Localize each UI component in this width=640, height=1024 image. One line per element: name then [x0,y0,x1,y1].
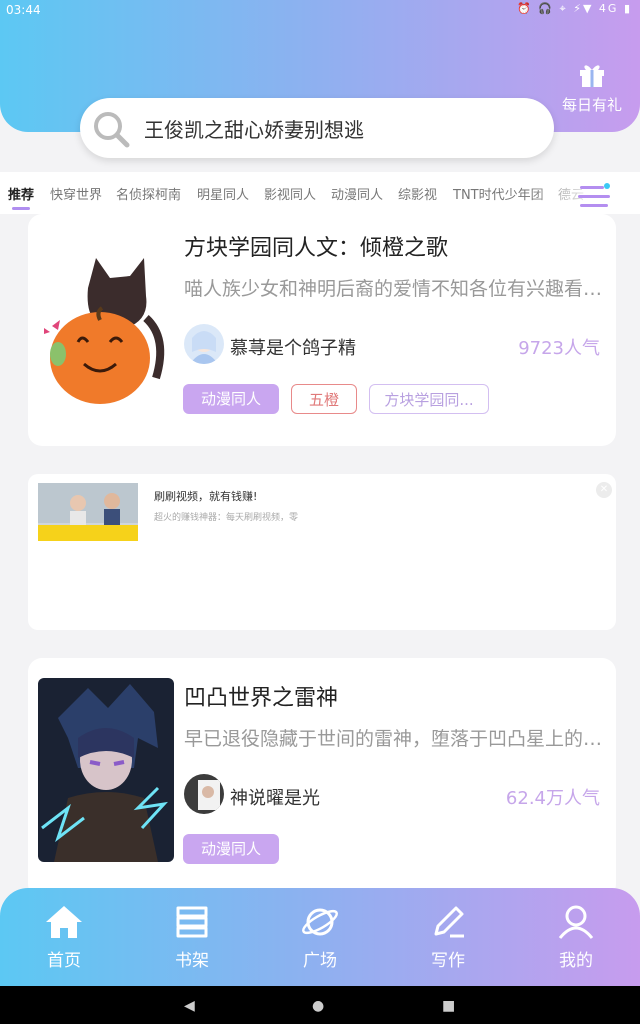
nav-profile-label: 我的 [559,951,593,971]
nav-plaza-label: 广场 [303,951,337,971]
book-cover [38,238,174,422]
gift-label: 每日有礼 [561,96,622,114]
nav-write[interactable]: 写作 [408,904,488,971]
avatar [184,774,224,814]
avatar [184,324,224,364]
thunder-god-cover-image [38,678,174,862]
book-description: 早已退役隐藏于世间的雷神，堕落于凹凸星上的故事 [184,728,610,750]
popularity: 9723人气 [518,338,600,359]
nav-write-label: 写作 [431,951,465,971]
bottom-nav: 首页 书架 广场 写作 我的 [0,888,640,986]
tab-quick-travel[interactable]: 快穿世界 [50,184,102,203]
cat-pumpkin-cover-image [38,238,174,422]
status-time: 03:44 [6,3,41,17]
author-name: 慕荨是个鸽子精 [230,338,356,359]
search-icon [94,112,130,148]
tab-multi-tv[interactable]: 综影视 [398,184,437,203]
author-name: 神说曜是光 [230,788,320,809]
status-icons: ⏰ 🎧 ⌖ ⚡▼ 4G ▮ [517,2,632,15]
book-title: 凹凸世界之雷神 [184,686,339,711]
book-card[interactable]: 方块学园同人文：倾橙之歌 喵人族少女和神明后裔的爱情不知各位有兴趣看看吗 慕荨是… [28,214,616,446]
system-nav-bar: ◀ ● ■ [0,986,640,1024]
tag-block-academy[interactable]: 方块学园同... [369,384,489,414]
tab-tv-fanfic[interactable]: 影视同人 [264,184,316,203]
home-icon [46,906,82,938]
tab-conan[interactable]: 名侦探柯南 [116,184,181,203]
tag-wucheng[interactable]: 五橙 [291,384,357,414]
ad-title: 刷刷视频，就有钱赚! [154,490,258,503]
nav-bookshelf-label: 书架 [175,951,209,971]
nav-home-label: 首页 [47,951,81,971]
category-tabs: 推荐 快穿世界 名侦探柯南 明星同人 影视同人 动漫同人 综影视 TNT时代少年… [0,172,640,214]
pen-icon [434,906,464,938]
ad-banner[interactable]: 刷刷视频，就有钱赚! 超火的赚钱神器：每天刷刷视频，零 ✕ [28,474,616,630]
search-bar[interactable]: 王俊凯之甜心娇妻别想逃 [80,98,554,158]
planet-icon [302,908,338,936]
close-icon[interactable]: ✕ [596,482,612,498]
author-avatar-image [184,324,224,364]
book-description: 喵人族少女和神明后裔的爱情不知各位有兴趣看看吗 [184,278,610,300]
tab-star-fanfic[interactable]: 明星同人 [197,184,249,203]
nav-bookshelf[interactable]: 书架 [152,904,232,971]
user-icon [558,905,594,939]
tab-recommend[interactable]: 推荐 [8,184,34,203]
nav-profile[interactable]: 我的 [536,904,616,971]
nav-plaza[interactable]: 广场 [280,904,360,971]
back-icon[interactable]: ◀ [184,998,195,1014]
tag-anime-fanfic[interactable]: 动漫同人 [183,384,279,414]
tab-anime-fanfic[interactable]: 动漫同人 [331,184,383,203]
notification-dot [604,183,610,189]
home-button-icon[interactable]: ● [312,998,324,1014]
nav-home[interactable]: 首页 [24,904,104,971]
author-avatar-image [184,774,224,814]
ad-thumbnail [38,483,138,541]
ad-subtitle: 超火的赚钱神器：每天刷刷视频，零 [154,513,299,523]
search-text: 王俊凯之甜心娇妻别想逃 [144,118,364,142]
status-bar: 03:44 ⏰ 🎧 ⌖ ⚡▼ 4G ▮ [0,0,640,20]
book-card[interactable]: 凹凸世界之雷神 早已退役隐藏于世间的雷神，堕落于凹凸星上的故事 神说曜是光 62… [28,658,616,898]
recents-icon[interactable]: ■ [442,998,455,1014]
popularity: 62.4万人气 [505,788,600,809]
gift-icon [580,65,604,87]
ad-thumbnail-image [38,483,138,541]
bookshelf-icon [176,906,208,938]
active-tab-indicator [12,207,30,210]
daily-gift-button[interactable]: 每日有礼 [560,62,624,115]
tag-anime-fanfic[interactable]: 动漫同人 [183,834,279,864]
book-title: 方块学园同人文：倾橙之歌 [184,236,449,261]
book-cover [38,678,174,862]
